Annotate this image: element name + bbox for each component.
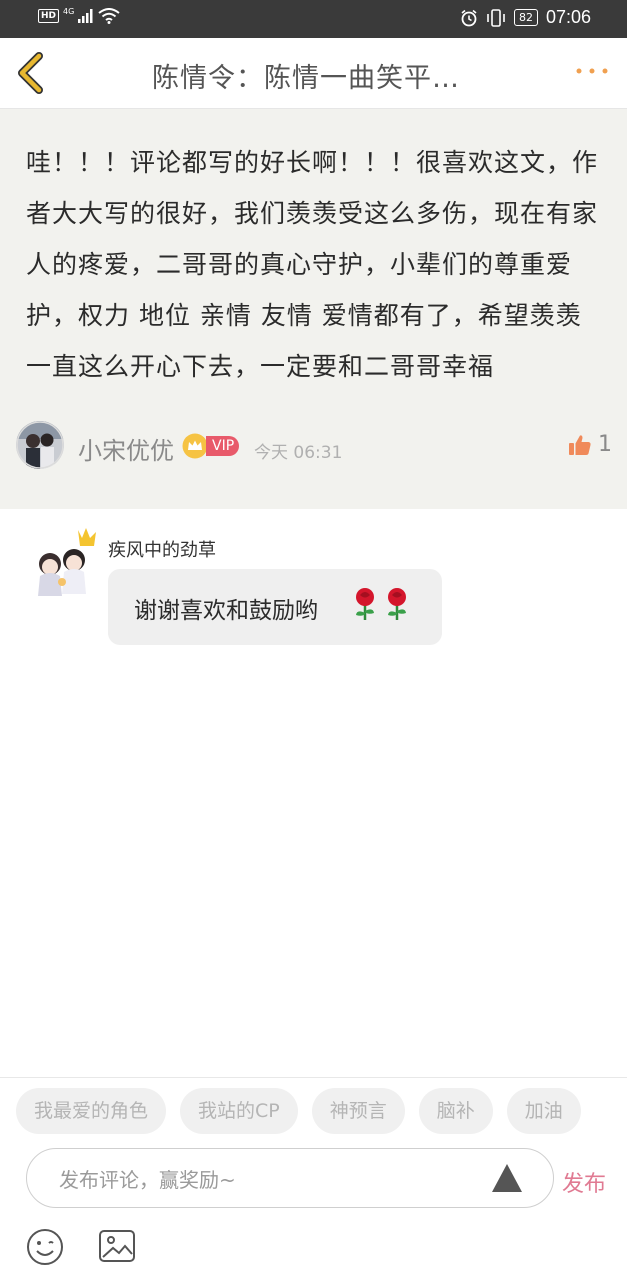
reply-author-name[interactable]: 疾风中的劲草 (108, 536, 216, 562)
reply-bubble: 谢谢喜欢和鼓励哟 (108, 569, 442, 645)
like-count: 1 (598, 432, 612, 457)
vip-badge: VIP (206, 436, 240, 456)
back-button[interactable] (12, 52, 52, 94)
reply-avatar[interactable] (34, 524, 104, 604)
quick-tag-chip[interactable]: 我最爱的角色 (16, 1088, 167, 1134)
more-button[interactable] (575, 62, 609, 74)
status-time: 07:06 (545, 7, 591, 27)
page-title: 陈情令：陈情一曲笑平… (152, 63, 460, 94)
status-right: 82 07:06 (460, 7, 591, 28)
rose-icon (356, 588, 374, 620)
comment-author-name[interactable]: 小宋优优 (78, 431, 174, 466)
crown-icon (182, 433, 208, 459)
send-arrow-icon[interactable] (491, 1163, 523, 1193)
quick-tag-chip[interactable]: 脑补 (418, 1088, 493, 1134)
reply-item: 疾风中的劲草 谢谢喜欢和鼓励哟 (34, 524, 454, 654)
nav-bar: 陈情令：陈情一曲笑平… (0, 38, 627, 109)
comment-time: 今天 06:31 (254, 443, 343, 463)
rose-icon (388, 588, 406, 620)
quick-tag-chip[interactable]: 加油 (506, 1088, 581, 1134)
reply-emoji (352, 587, 410, 621)
comment-input-placeholder: 发布评论，赢奖励~ (59, 1168, 236, 1192)
hd-badge: HD (38, 9, 60, 23)
quick-tags: 我最爱的角色 我站的CP 神预言 脑补 加油 (16, 1088, 627, 1136)
network-type: 4G (63, 6, 75, 16)
avatar-image (16, 421, 64, 469)
thumbs-up-icon[interactable] (568, 433, 592, 457)
publish-button[interactable]: 发布 (562, 1166, 606, 1198)
comment-card: 哇！！！评论都写的好长啊！！！很喜欢这文，作者大大写的很好，我们羡羡受这么多伤，… (0, 109, 627, 509)
vibrate-icon (487, 8, 505, 27)
image-icon[interactable] (98, 1228, 136, 1264)
comment-text: 哇！！！评论都写的好长啊！！！很喜欢这文，作者大大写的很好，我们羡羡受这么多伤，… (26, 148, 599, 381)
reply-text: 谢谢喜欢和鼓励哟 (134, 598, 318, 624)
wifi-icon (98, 8, 120, 24)
alarm-icon (461, 9, 477, 26)
quick-tag-chip[interactable]: 我站的CP (180, 1088, 298, 1134)
status-left: HD 4G (38, 6, 120, 24)
comment-author-row: 小宋优优 VIP 今天 06:31 1 (16, 421, 616, 473)
reply-avatar-image (38, 528, 96, 596)
bottom-composer: 我最爱的角色 我站的CP 神预言 脑补 加油 发布评论，赢奖励~ 发布 (0, 1077, 627, 1281)
emoji-icon[interactable] (26, 1228, 64, 1266)
comment-input[interactable]: 发布评论，赢奖励~ (26, 1148, 554, 1208)
signal-icon (78, 9, 93, 23)
quick-tag-chip[interactable]: 神预言 (311, 1088, 405, 1134)
more-dots-icon (576, 68, 608, 74)
back-arrow-icon (18, 52, 43, 94)
status-bar: HD 4G 82 07:06 (0, 0, 627, 38)
battery-icon: 82 (513, 9, 538, 26)
avatar[interactable] (16, 421, 64, 469)
